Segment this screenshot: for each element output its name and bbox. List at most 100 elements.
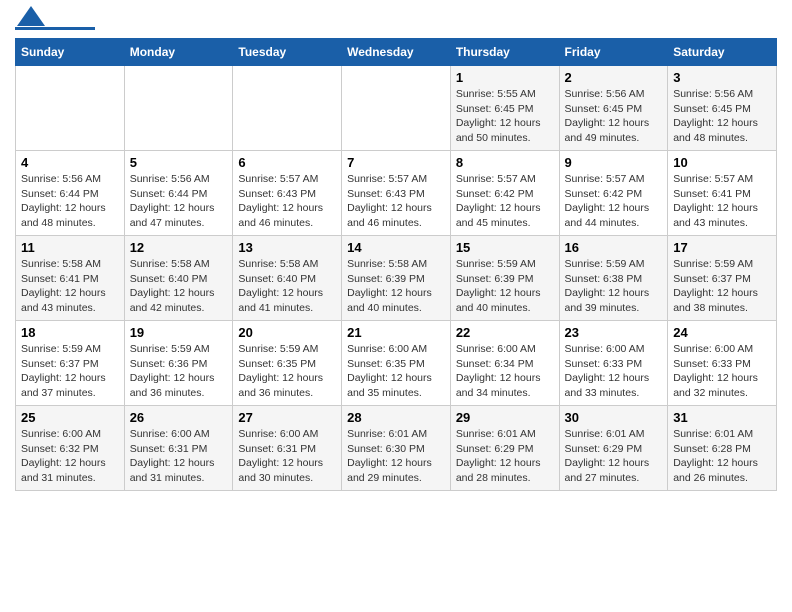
day-number: 20 (238, 325, 336, 340)
calendar-cell: 13 Sunrise: 5:58 AM Sunset: 6:40 PM Dayli… (233, 236, 342, 321)
day-number: 18 (21, 325, 119, 340)
day-info: Sunrise: 5:59 AM Sunset: 6:39 PM Dayligh… (456, 257, 554, 316)
day-number: 6 (238, 155, 336, 170)
day-number: 22 (456, 325, 554, 340)
day-info: Sunrise: 5:58 AM Sunset: 6:41 PM Dayligh… (21, 257, 119, 316)
day-info: Sunrise: 6:00 AM Sunset: 6:31 PM Dayligh… (238, 427, 336, 486)
calendar-cell: 8 Sunrise: 5:57 AM Sunset: 6:42 PM Daylig… (450, 151, 559, 236)
day-info: Sunrise: 5:57 AM Sunset: 6:42 PM Dayligh… (456, 172, 554, 231)
calendar-week-row: 18 Sunrise: 5:59 AM Sunset: 6:37 PM Dayli… (16, 321, 777, 406)
day-info: Sunrise: 5:59 AM Sunset: 6:37 PM Dayligh… (673, 257, 771, 316)
calendar-cell: 6 Sunrise: 5:57 AM Sunset: 6:43 PM Daylig… (233, 151, 342, 236)
day-info: Sunrise: 6:00 AM Sunset: 6:33 PM Dayligh… (673, 342, 771, 401)
day-info: Sunrise: 6:01 AM Sunset: 6:29 PM Dayligh… (565, 427, 663, 486)
calendar-cell: 22Sunrise: 6:00 AM Sunset: 6:34 PM Dayli… (450, 321, 559, 406)
calendar-cell: 30 Sunrise: 6:01 AM Sunset: 6:29 PM Dayli… (559, 406, 668, 491)
day-info: Sunrise: 5:57 AM Sunset: 6:41 PM Dayligh… (673, 172, 771, 231)
logo-underline (15, 27, 95, 30)
day-number: 25 (21, 410, 119, 425)
calendar-cell: 17 Sunrise: 5:59 AM Sunset: 6:37 PM Dayli… (668, 236, 777, 321)
day-number: 16 (565, 240, 663, 255)
day-info: Sunrise: 6:01 AM Sunset: 6:30 PM Dayligh… (347, 427, 445, 486)
day-info: Sunrise: 5:58 AM Sunset: 6:40 PM Dayligh… (238, 257, 336, 316)
day-number: 9 (565, 155, 663, 170)
calendar-week-row: 25 Sunrise: 6:00 AM Sunset: 6:32 PM Dayli… (16, 406, 777, 491)
calendar-cell (342, 66, 451, 151)
calendar-cell: 29 Sunrise: 6:01 AM Sunset: 6:29 PM Dayli… (450, 406, 559, 491)
day-number: 29 (456, 410, 554, 425)
calendar-cell: 10 Sunrise: 5:57 AM Sunset: 6:41 PM Dayli… (668, 151, 777, 236)
day-info: Sunrise: 6:00 AM Sunset: 6:32 PM Dayligh… (21, 427, 119, 486)
page-header (15, 10, 777, 30)
calendar-cell: 3Sunrise: 5:56 AM Sunset: 6:45 PM Daylig… (668, 66, 777, 151)
calendar-cell: 19Sunrise: 5:59 AM Sunset: 6:36 PM Dayli… (124, 321, 233, 406)
calendar-cell (233, 66, 342, 151)
day-info: Sunrise: 5:59 AM Sunset: 6:37 PM Dayligh… (21, 342, 119, 401)
day-number: 11 (21, 240, 119, 255)
calendar-cell: 5 Sunrise: 5:56 AM Sunset: 6:44 PM Daylig… (124, 151, 233, 236)
calendar-cell: 21Sunrise: 6:00 AM Sunset: 6:35 PM Dayli… (342, 321, 451, 406)
calendar-cell: 7 Sunrise: 5:57 AM Sunset: 6:43 PM Daylig… (342, 151, 451, 236)
day-number: 23 (565, 325, 663, 340)
day-number: 4 (21, 155, 119, 170)
day-number: 24 (673, 325, 771, 340)
day-info: Sunrise: 5:58 AM Sunset: 6:39 PM Dayligh… (347, 257, 445, 316)
weekday-header-thursday: Thursday (450, 39, 559, 66)
day-info: Sunrise: 5:55 AM Sunset: 6:45 PM Dayligh… (456, 87, 554, 146)
calendar-cell: 31Sunrise: 6:01 AM Sunset: 6:28 PM Dayli… (668, 406, 777, 491)
day-info: Sunrise: 5:57 AM Sunset: 6:43 PM Dayligh… (347, 172, 445, 231)
calendar-cell: 12Sunrise: 5:58 AM Sunset: 6:40 PM Dayli… (124, 236, 233, 321)
day-number: 1 (456, 70, 554, 85)
calendar-cell: 26 Sunrise: 6:00 AM Sunset: 6:31 PM Dayli… (124, 406, 233, 491)
calendar-cell: 9 Sunrise: 5:57 AM Sunset: 6:42 PM Daylig… (559, 151, 668, 236)
weekday-header-saturday: Saturday (668, 39, 777, 66)
day-info: Sunrise: 5:56 AM Sunset: 6:44 PM Dayligh… (21, 172, 119, 231)
day-number: 12 (130, 240, 228, 255)
day-number: 14 (347, 240, 445, 255)
calendar-cell: 16Sunrise: 5:59 AM Sunset: 6:38 PM Dayli… (559, 236, 668, 321)
day-info: Sunrise: 5:56 AM Sunset: 6:44 PM Dayligh… (130, 172, 228, 231)
weekday-header-tuesday: Tuesday (233, 39, 342, 66)
day-number: 8 (456, 155, 554, 170)
calendar-cell: 28Sunrise: 6:01 AM Sunset: 6:30 PM Dayli… (342, 406, 451, 491)
calendar-week-row: 11 Sunrise: 5:58 AM Sunset: 6:41 PM Dayli… (16, 236, 777, 321)
day-info: Sunrise: 5:57 AM Sunset: 6:42 PM Dayligh… (565, 172, 663, 231)
day-number: 27 (238, 410, 336, 425)
calendar-cell: 20 Sunrise: 5:59 AM Sunset: 6:35 PM Dayli… (233, 321, 342, 406)
weekday-header-friday: Friday (559, 39, 668, 66)
day-info: Sunrise: 6:00 AM Sunset: 6:35 PM Dayligh… (347, 342, 445, 401)
day-info: Sunrise: 5:59 AM Sunset: 6:35 PM Dayligh… (238, 342, 336, 401)
weekday-header-monday: Monday (124, 39, 233, 66)
calendar-cell: 24 Sunrise: 6:00 AM Sunset: 6:33 PM Dayli… (668, 321, 777, 406)
day-info: Sunrise: 5:59 AM Sunset: 6:36 PM Dayligh… (130, 342, 228, 401)
day-number: 10 (673, 155, 771, 170)
day-info: Sunrise: 5:57 AM Sunset: 6:43 PM Dayligh… (238, 172, 336, 231)
day-number: 13 (238, 240, 336, 255)
calendar-cell: 11 Sunrise: 5:58 AM Sunset: 6:41 PM Dayli… (16, 236, 125, 321)
calendar-cell: 15 Sunrise: 5:59 AM Sunset: 6:39 PM Dayli… (450, 236, 559, 321)
calendar-cell: 2Sunrise: 5:56 AM Sunset: 6:45 PM Daylig… (559, 66, 668, 151)
calendar-cell: 27 Sunrise: 6:00 AM Sunset: 6:31 PM Dayli… (233, 406, 342, 491)
calendar-cell: 14 Sunrise: 5:58 AM Sunset: 6:39 PM Dayli… (342, 236, 451, 321)
day-number: 26 (130, 410, 228, 425)
day-number: 30 (565, 410, 663, 425)
day-number: 5 (130, 155, 228, 170)
day-number: 15 (456, 240, 554, 255)
weekday-header-sunday: Sunday (16, 39, 125, 66)
day-info: Sunrise: 6:01 AM Sunset: 6:29 PM Dayligh… (456, 427, 554, 486)
logo (15, 10, 95, 30)
calendar-week-row: 1 Sunrise: 5:55 AM Sunset: 6:45 PM Daylig… (16, 66, 777, 151)
day-info: Sunrise: 5:56 AM Sunset: 6:45 PM Dayligh… (673, 87, 771, 146)
calendar-cell: 1 Sunrise: 5:55 AM Sunset: 6:45 PM Daylig… (450, 66, 559, 151)
day-number: 17 (673, 240, 771, 255)
day-info: Sunrise: 6:00 AM Sunset: 6:33 PM Dayligh… (565, 342, 663, 401)
calendar-cell: 25 Sunrise: 6:00 AM Sunset: 6:32 PM Dayli… (16, 406, 125, 491)
calendar-cell: 18 Sunrise: 5:59 AM Sunset: 6:37 PM Dayli… (16, 321, 125, 406)
calendar-cell: 4 Sunrise: 5:56 AM Sunset: 6:44 PM Daylig… (16, 151, 125, 236)
calendar-cell (124, 66, 233, 151)
weekday-header-wednesday: Wednesday (342, 39, 451, 66)
day-info: Sunrise: 6:00 AM Sunset: 6:31 PM Dayligh… (130, 427, 228, 486)
day-number: 2 (565, 70, 663, 85)
calendar-header-row: SundayMondayTuesdayWednesdayThursdayFrid… (16, 39, 777, 66)
day-number: 7 (347, 155, 445, 170)
